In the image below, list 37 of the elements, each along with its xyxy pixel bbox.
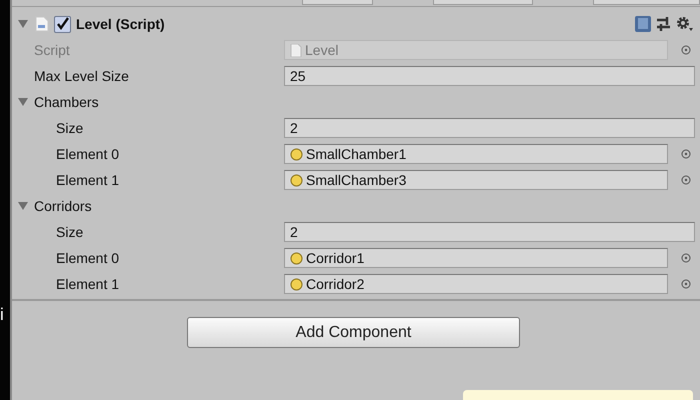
script-file-icon [290,44,302,56]
property-label: Size [56,224,84,240]
foldout-triangle-icon[interactable] [18,201,30,211]
property-label: Size [56,120,84,136]
property-label: Element 1 [56,172,120,188]
foldout-label[interactable]: Corridors [34,198,92,214]
foldout-triangle-icon[interactable] [18,97,30,107]
value-field[interactable]: 2 [284,118,695,138]
target-icon[interactable] [681,279,691,289]
object-field[interactable]: Corridor2 [284,274,668,294]
target-icon[interactable] [681,149,691,159]
gear-icon[interactable] [676,16,694,32]
circle-icon [290,278,303,290]
circle-icon [290,148,303,160]
object-field[interactable]: Corridor1 [284,248,668,268]
value-field[interactable]: 25 [284,66,695,86]
edge-text: i [0,305,4,325]
value-field[interactable]: 2 [284,222,695,242]
preset-sliders-icon[interactable] [657,16,671,32]
target-icon[interactable] [681,45,691,55]
script-file-icon [35,16,49,32]
circle-icon [290,174,303,186]
enabled-checkbox[interactable] [54,16,71,32]
property-label: Script [34,42,70,58]
component-title: Level (Script) [76,16,165,32]
target-icon[interactable] [681,175,691,185]
foldout-triangle-icon[interactable] [18,19,30,29]
target-icon[interactable] [681,253,691,263]
property-label: Element 1 [56,276,120,292]
object-field[interactable]: SmallChamber3 [284,170,668,190]
circle-icon [290,252,303,264]
add-component-button[interactable]: Add Component [187,317,520,348]
property-label: Element 0 [56,250,120,266]
property-label: Element 0 [56,146,120,162]
property-label: Max Level Size [34,68,129,84]
foldout-label[interactable]: Chambers [34,94,99,110]
object-field[interactable]: SmallChamber1 [284,144,668,164]
